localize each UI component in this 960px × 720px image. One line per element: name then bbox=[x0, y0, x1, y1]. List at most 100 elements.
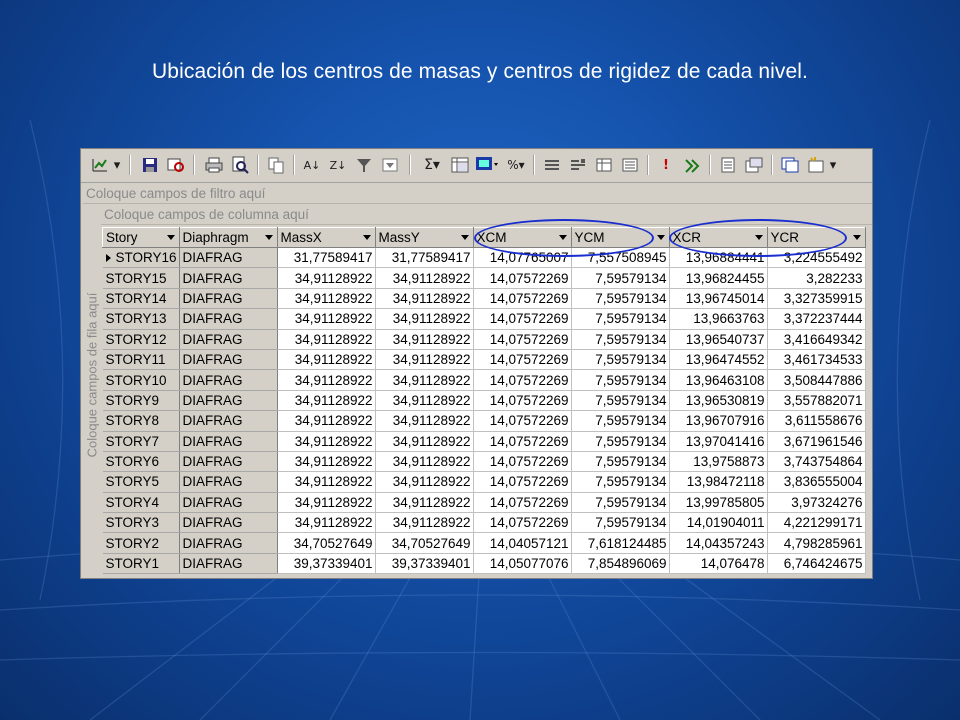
value-cell[interactable]: 14,07572269 bbox=[473, 410, 572, 432]
value-cell[interactable]: 13,96474552 bbox=[669, 349, 768, 371]
value-cell[interactable]: 14,07572269 bbox=[473, 369, 572, 391]
value-cell[interactable]: 13,96707916 bbox=[669, 410, 768, 432]
diaphragm-label-cell[interactable]: DIAFRAG bbox=[179, 329, 278, 350]
value-cell[interactable]: 7,59579134 bbox=[571, 431, 670, 452]
value-cell[interactable]: 34,91128922 bbox=[375, 349, 474, 371]
alert-icon[interactable]: ! bbox=[655, 154, 677, 176]
table-row[interactable]: STORY15 DIAFRAG 34,91128922 34,91128922 14,0… bbox=[102, 267, 866, 289]
refresh-icon[interactable] bbox=[681, 154, 703, 176]
value-cell[interactable]: 34,91128922 bbox=[277, 492, 376, 514]
value-cell[interactable]: 34,91128922 bbox=[277, 267, 376, 289]
percent-icon[interactable]: %▾ bbox=[503, 154, 529, 176]
value-cell[interactable]: 14,07572269 bbox=[473, 492, 572, 514]
value-cell[interactable]: 3,372237444 bbox=[767, 308, 866, 330]
print-icon[interactable] bbox=[203, 154, 225, 176]
new-field-icon[interactable] bbox=[805, 154, 827, 176]
value-cell[interactable]: 13,98472118 bbox=[669, 471, 768, 493]
value-cell[interactable]: 7,854896069 bbox=[571, 553, 670, 575]
value-cell[interactable]: 31,77589417 bbox=[375, 247, 474, 269]
value-cell[interactable]: 13,96745014 bbox=[669, 288, 768, 310]
value-cell[interactable]: 14,05077076 bbox=[473, 553, 572, 575]
value-cell[interactable]: 34,91128922 bbox=[375, 369, 474, 391]
value-cell[interactable]: 14,07572269 bbox=[473, 329, 572, 350]
story-label-cell[interactable]: STORY14 bbox=[102, 288, 180, 310]
value-cell[interactable]: 13,96530819 bbox=[669, 390, 768, 412]
diaphragm-label-cell[interactable]: DIAFRAG bbox=[179, 247, 278, 269]
value-cell[interactable]: 14,076478 bbox=[669, 553, 768, 575]
autofilter-icon[interactable] bbox=[379, 154, 401, 176]
column-header-diaphragm[interactable]: Diaphragm bbox=[178, 227, 278, 248]
value-cell[interactable]: 31,77589417 bbox=[277, 247, 376, 269]
print-preview-icon[interactable] bbox=[229, 154, 251, 176]
diaphragm-label-cell[interactable]: DIAFRAG bbox=[179, 471, 278, 493]
value-cell[interactable]: 34,91128922 bbox=[375, 431, 474, 452]
dropdown-arrow-icon[interactable]: ▾ bbox=[111, 154, 123, 176]
value-cell[interactable]: 4,221299171 bbox=[767, 512, 866, 534]
value-cell[interactable]: 14,01904011 bbox=[669, 512, 768, 534]
sort-ascending-icon[interactable]: A↓ bbox=[301, 154, 323, 176]
table-row[interactable]: STORY4 DIAFRAG 34,91128922 34,91128922 14,07… bbox=[102, 492, 866, 514]
value-cell[interactable]: 34,91128922 bbox=[277, 329, 376, 350]
collapse-icon[interactable] bbox=[541, 154, 563, 176]
field-list-icon[interactable] bbox=[619, 154, 641, 176]
table-row[interactable]: STORY5 DIAFRAG 34,91128922 34,91128922 14,07… bbox=[102, 471, 866, 493]
value-cell[interactable]: 13,96463108 bbox=[669, 369, 768, 391]
diaphragm-label-cell[interactable]: DIAFRAG bbox=[179, 369, 278, 391]
value-cell[interactable]: 14,04357243 bbox=[669, 532, 768, 554]
table-row[interactable]: STORY13 DIAFRAG 34,91128922 34,91128922 14,0… bbox=[102, 308, 866, 330]
value-cell[interactable]: 7,59579134 bbox=[571, 267, 670, 289]
value-cell[interactable]: 34,91128922 bbox=[375, 512, 474, 534]
table-row[interactable]: STORY8 DIAFRAG 34,91128922 34,91128922 14,07… bbox=[102, 410, 866, 432]
value-cell[interactable]: 4,798285961 bbox=[767, 532, 866, 554]
value-cell[interactable]: 3,836555004 bbox=[767, 471, 866, 493]
pivot-icon[interactable] bbox=[449, 154, 471, 176]
dropdown-arrow-icon[interactable] bbox=[656, 235, 665, 240]
value-cell[interactable]: 34,91128922 bbox=[375, 492, 474, 514]
value-cell[interactable]: 34,91128922 bbox=[277, 308, 376, 330]
diaphragm-label-cell[interactable]: DIAFRAG bbox=[179, 288, 278, 310]
dropdown-arrow-icon[interactable]: ▾ bbox=[827, 154, 839, 176]
diaphragm-label-cell[interactable]: DIAFRAG bbox=[179, 390, 278, 412]
value-cell[interactable]: 14,07572269 bbox=[473, 390, 572, 412]
diaphragm-label-cell[interactable]: DIAFRAG bbox=[179, 308, 278, 330]
story-label-cell[interactable]: STORY7 bbox=[102, 431, 180, 452]
diaphragm-label-cell[interactable]: DIAFRAG bbox=[179, 267, 278, 289]
story-label-cell[interactable]: STORY2 bbox=[102, 532, 180, 554]
story-label-cell[interactable]: STORY5 bbox=[102, 471, 180, 493]
value-cell[interactable]: 34,91128922 bbox=[375, 267, 474, 289]
value-cell[interactable]: 13,99785805 bbox=[669, 492, 768, 514]
show-top-icon[interactable] bbox=[593, 154, 615, 176]
diaphragm-label-cell[interactable]: DIAFRAG bbox=[179, 492, 278, 514]
column-header-story[interactable]: Story bbox=[102, 227, 180, 248]
story-label-cell[interactable]: STORY6 bbox=[102, 451, 180, 473]
dropdown-arrow-icon[interactable] bbox=[852, 235, 861, 240]
story-label-cell[interactable]: STORY16 bbox=[102, 247, 180, 269]
chart-icon[interactable] bbox=[473, 154, 501, 176]
value-cell[interactable]: 34,91128922 bbox=[277, 431, 376, 452]
value-cell[interactable]: 13,97041416 bbox=[669, 431, 768, 452]
value-cell[interactable]: 6,746424675 bbox=[767, 553, 866, 575]
table-row[interactable]: STORY12 DIAFRAG 34,91128922 34,91128922 14,0… bbox=[102, 329, 866, 350]
story-label-cell[interactable]: STORY8 bbox=[102, 410, 180, 432]
table-row[interactable]: STORY7 DIAFRAG 34,91128922 34,91128922 14,07… bbox=[102, 431, 866, 452]
value-cell[interactable]: 34,91128922 bbox=[375, 308, 474, 330]
properties-icon[interactable] bbox=[717, 154, 739, 176]
value-cell[interactable]: 34,91128922 bbox=[375, 288, 474, 310]
table-row[interactable]: STORY1 DIAFRAG 39,37339401 39,37339401 14,05… bbox=[102, 553, 866, 575]
story-label-cell[interactable]: STORY13 bbox=[102, 308, 180, 330]
value-cell[interactable]: 14,07572269 bbox=[473, 308, 572, 330]
story-label-cell[interactable]: STORY12 bbox=[102, 329, 180, 350]
value-cell[interactable]: 34,91128922 bbox=[277, 349, 376, 371]
value-cell[interactable]: 3,282233 bbox=[767, 267, 866, 289]
value-cell[interactable]: 39,37339401 bbox=[375, 553, 474, 575]
value-cell[interactable]: 7,59579134 bbox=[571, 308, 670, 330]
value-cell[interactable]: 7,59579134 bbox=[571, 492, 670, 514]
value-cell[interactable]: 34,91128922 bbox=[375, 329, 474, 350]
filter-drop-zone[interactable]: Coloque campos de filtro aquí bbox=[83, 184, 872, 204]
value-cell[interactable]: 14,04057121 bbox=[473, 532, 572, 554]
value-cell[interactable]: 3,327359915 bbox=[767, 288, 866, 310]
value-cell[interactable]: 14,07572269 bbox=[473, 451, 572, 473]
value-cell[interactable]: 13,96824455 bbox=[669, 267, 768, 289]
table-row[interactable]: STORY11 DIAFRAG 34,91128922 34,91128922 14,0… bbox=[102, 349, 866, 371]
dropdown-arrow-icon[interactable] bbox=[460, 235, 469, 240]
